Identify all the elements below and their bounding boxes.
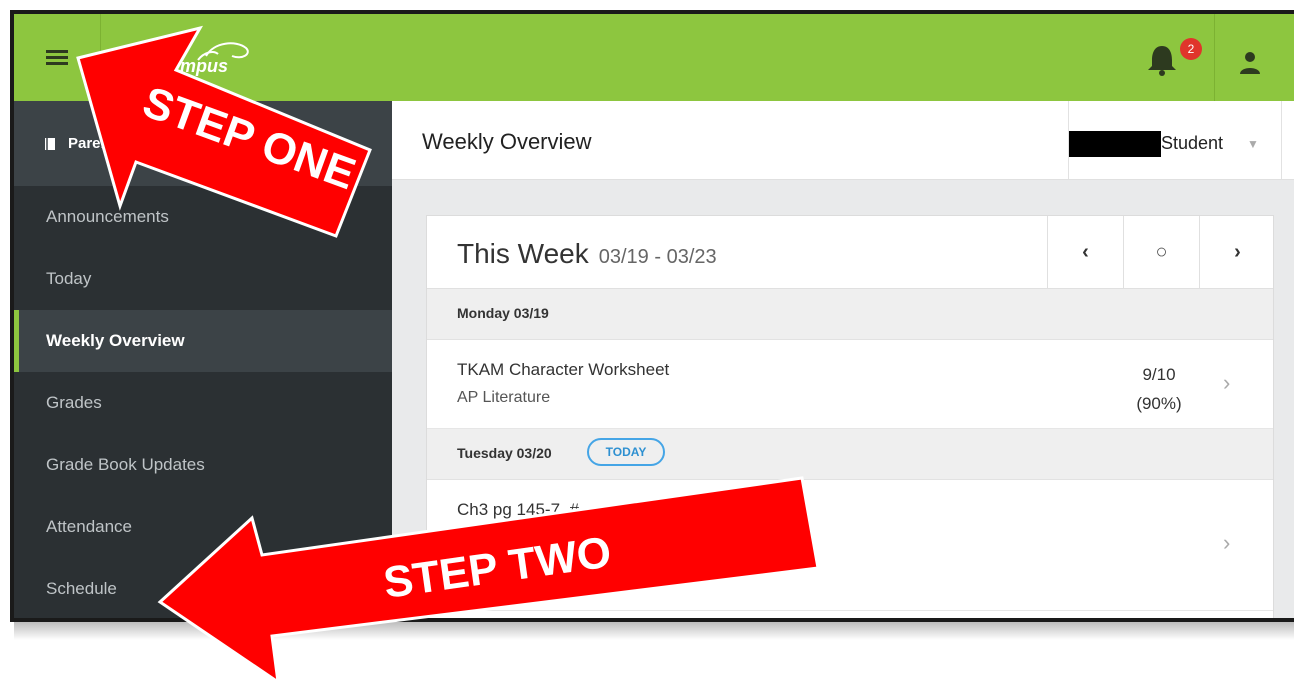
assignment-course: AP Literature bbox=[457, 389, 551, 406]
current-week-button[interactable]: ○ bbox=[1123, 216, 1199, 288]
week-card: This Week 03/19 - 03/23 ‹ ○ › Monday 03/1… bbox=[426, 215, 1274, 618]
page-title: Weekly Overview bbox=[422, 129, 592, 154]
menu-button[interactable] bbox=[14, 14, 101, 101]
chevron-down-icon: ▼ bbox=[1247, 137, 1259, 151]
student-selector-label: Student bbox=[1161, 133, 1224, 153]
notification-count-badge: 2 bbox=[1180, 38, 1202, 60]
sidebar-item-grade-book-updates[interactable]: Grade Book Updates bbox=[14, 434, 392, 496]
score-value: 9/10 bbox=[1142, 365, 1176, 384]
day-label: Monday 03/19 bbox=[457, 305, 549, 321]
main-content: Weekly Overview Student ▼ This Week 03/19… bbox=[392, 101, 1294, 618]
score-percent: (90%) bbox=[1136, 394, 1182, 413]
sidebar-item-schedule[interactable]: Schedule bbox=[14, 558, 392, 618]
sidebar: Parent Announcements Today Weekly Overvi… bbox=[14, 101, 392, 618]
notification-bell-icon[interactable] bbox=[1142, 40, 1182, 80]
assignment-row[interactable]: Ch3 pg 145-7, #... › bbox=[427, 480, 1273, 611]
logo-swirl-icon bbox=[197, 42, 249, 61]
chevron-right-icon: › bbox=[1223, 530, 1231, 555]
sidebar-item-today[interactable]: Today bbox=[14, 248, 392, 310]
campus-logo: ite mpus bbox=[118, 38, 278, 82]
next-week-button[interactable]: › bbox=[1199, 216, 1275, 288]
today-badge: TODAY bbox=[587, 438, 665, 466]
screenshot-shadow bbox=[14, 622, 1294, 640]
sidebar-item-announcements[interactable]: Announcements bbox=[14, 186, 392, 248]
assignment-title: Ch3 pg 145-7, #... bbox=[457, 500, 594, 519]
day-header-monday: Monday 03/19 bbox=[427, 289, 1273, 340]
week-title: This Week 03/19 - 03/23 bbox=[457, 238, 717, 270]
page-header: Weekly Overview Student ▼ bbox=[392, 101, 1294, 180]
chevron-right-icon: › bbox=[1234, 240, 1241, 263]
previous-week-button[interactable]: ‹ bbox=[1047, 216, 1123, 288]
week-card-header: This Week 03/19 - 03/23 ‹ ○ › bbox=[427, 216, 1273, 289]
chevron-right-icon: › bbox=[1223, 370, 1231, 395]
sidebar-header[interactable]: Parent bbox=[14, 101, 392, 186]
assignment-row[interactable]: TKAM Character Worksheet AP Literature 9… bbox=[427, 340, 1273, 429]
day-label: Tuesday 03/20 bbox=[457, 445, 552, 461]
sidebar-header-label: Parent bbox=[68, 135, 115, 152]
assignment-title: TKAM Character Worksheet bbox=[457, 360, 670, 379]
app-window: ite mpus 2 Parent Announcements Today We… bbox=[10, 10, 1294, 622]
week-range: 03/19 - 03/23 bbox=[598, 246, 717, 268]
user-account-icon[interactable] bbox=[1238, 50, 1262, 74]
week-title-label: This Week bbox=[457, 238, 589, 269]
day-header-tuesday: Tuesday 03/20 TODAY bbox=[427, 429, 1273, 480]
sidebar-item-weekly-overview[interactable]: Weekly Overview bbox=[14, 310, 392, 372]
top-bar: ite mpus 2 bbox=[14, 14, 1294, 101]
sidebar-item-grades[interactable]: Grades bbox=[14, 372, 392, 434]
hamburger-icon bbox=[46, 49, 68, 66]
sidebar-item-attendance[interactable]: Attendance bbox=[14, 496, 392, 558]
chevron-left-icon: ‹ bbox=[1082, 240, 1089, 263]
book-icon bbox=[45, 137, 55, 150]
circle-icon: ○ bbox=[1155, 240, 1168, 263]
student-selector[interactable]: Student ▼ bbox=[1068, 101, 1282, 179]
assignment-score: 9/10 (90%) bbox=[1129, 360, 1189, 418]
redacted-student-name bbox=[1069, 131, 1161, 157]
top-divider bbox=[1214, 14, 1215, 101]
